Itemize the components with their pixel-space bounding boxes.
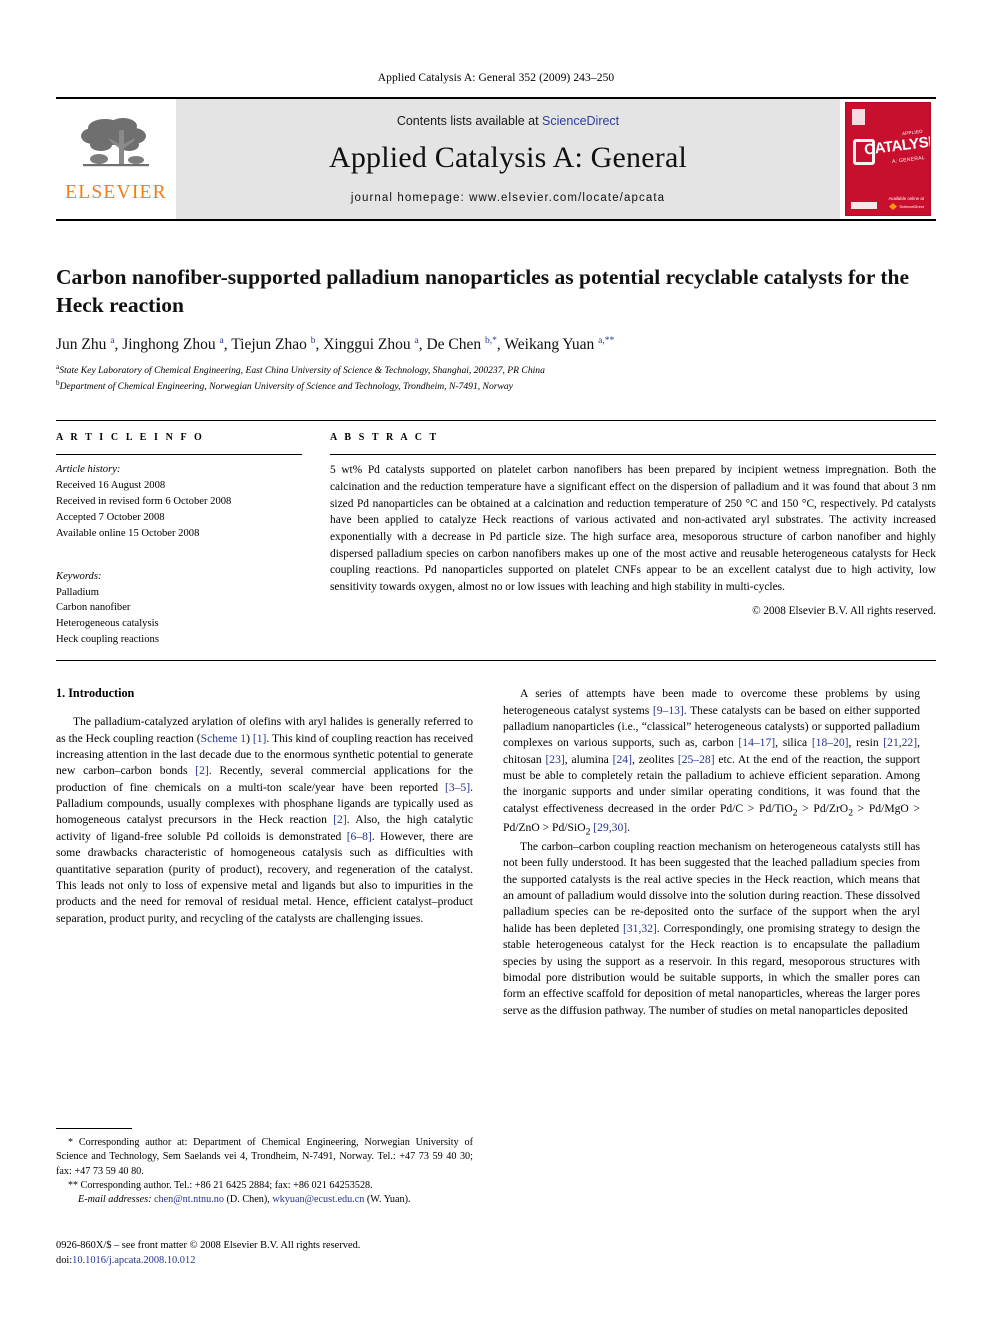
footnote-emails: E-mail addresses: chen@nt.ntnu.no (D. Ch… xyxy=(78,1194,411,1206)
citation-ref[interactable]: [25–28] xyxy=(678,753,715,766)
footnote-rule xyxy=(56,1128,132,1129)
contents-prefix: Contents lists available at xyxy=(396,114,543,128)
article-info-heading: A R T I C L E I N F O xyxy=(56,432,205,444)
info-block-bottom-rule xyxy=(56,660,936,662)
imprint-front-matter: 0926-860X/$ – see front matter © 2008 El… xyxy=(56,1240,361,1251)
doi-label: doi: xyxy=(56,1255,73,1267)
doi-link[interactable]: 10.1016/j.apcata.2008.10.012 xyxy=(72,1255,195,1266)
email-link-yuan[interactable]: wkyuan@ecust.edu.cn xyxy=(272,1194,364,1205)
affiliation-b-text: Department of Chemical Engineering, Norw… xyxy=(59,381,513,393)
affiliation-list: aState Key Laboratory of Chemical Engine… xyxy=(56,362,936,394)
article-history-label: Article history: xyxy=(56,464,121,476)
sciencedirect-link[interactable]: ScienceDirect xyxy=(542,114,619,128)
article-info-column: A R T I C L E I N F O Article history: R… xyxy=(56,432,302,648)
keywords-block: Keywords: Palladium Carbon nanofiber Het… xyxy=(56,569,302,648)
author-list: Jun Zhu a, Jinghong Zhou a, Tiejun Zhao … xyxy=(56,335,615,354)
keyword-heck-coupling-reactions: Heck coupling reactions xyxy=(56,634,159,646)
journal-masthead: ELSEVIER Contents lists available at Sci… xyxy=(56,97,936,221)
citation-ref[interactable]: [2] xyxy=(333,813,347,826)
body-right-column: A series of attempts have been made to o… xyxy=(503,686,920,1019)
running-head: Applied Catalysis A: General 352 (2009) … xyxy=(377,72,615,84)
citation-ref[interactable]: [3–5] xyxy=(445,781,470,794)
footnote-corresponding-2: ** Corresponding author. Tel.: +86 21 64… xyxy=(56,1179,473,1193)
abstract-heading: A B S T R A C T xyxy=(330,432,439,444)
footnote-mark-1: * xyxy=(68,1137,73,1148)
keyword-palladium: Palladium xyxy=(56,586,99,598)
email-name-chen: (D. Chen) xyxy=(226,1194,268,1206)
intro-paragraph-1: The palladium-catalyzed arylation of ole… xyxy=(56,715,473,925)
elsevier-wordmark: ELSEVIER xyxy=(65,182,167,203)
keywords-label: Keywords: xyxy=(56,570,102,582)
abstract-column: A B S T R A C T 5 wt% Pd catalysts suppo… xyxy=(330,432,936,648)
cover-footer-text: Available online at xyxy=(888,196,924,202)
cover-sciencedirect-text: ScienceDirect xyxy=(899,204,924,209)
journal-homepage[interactable]: journal homepage: www.elsevier.com/locat… xyxy=(351,192,665,204)
page-title: Carbon nanofiber-supported palladium nan… xyxy=(56,265,910,317)
publisher-logo: ELSEVIER xyxy=(56,99,176,219)
affiliation-b: bDepartment of Chemical Engineering, Nor… xyxy=(56,378,936,394)
contents-available-line: Contents lists available at ScienceDirec… xyxy=(397,114,619,128)
affiliation-a: aState Key Laboratory of Chemical Engine… xyxy=(56,362,936,378)
intro-paragraph-3: The carbon–carbon coupling reaction mech… xyxy=(503,839,920,1017)
citation-ref[interactable]: [9–13] xyxy=(653,704,684,717)
journal-cover-thumbnail: APPLIED CATALYSIS A: GENERAL Available o… xyxy=(840,99,936,219)
history-received: Received 16 August 2008 xyxy=(56,480,166,492)
article-first-page: Applied Catalysis A: General 352 (2009) … xyxy=(0,0,992,1323)
footnote-corresponding-1: * Corresponding author at: Department of… xyxy=(56,1136,473,1179)
citation-ref[interactable]: [2] xyxy=(195,764,209,777)
info-abstract-block: A R T I C L E I N F O Article history: R… xyxy=(56,420,936,648)
imprint-block: 0926-860X/$ – see front matter © 2008 El… xyxy=(56,1238,516,1268)
footnote-corresponding-2-text: Corresponding author. Tel.: +86 21 6425 … xyxy=(80,1179,373,1191)
history-revised: Received in revised form 6 October 2008 xyxy=(56,496,232,507)
email-link-chen[interactable]: chen@nt.ntnu.no xyxy=(154,1194,224,1205)
keyword-carbon-nanofiber: Carbon nanofiber xyxy=(56,602,131,614)
cover-bottom-bar xyxy=(851,202,877,209)
citation-ref[interactable]: [23] xyxy=(545,753,564,766)
citation-ref[interactable]: [18–20] xyxy=(812,736,849,749)
affiliation-a-text: State Key Laboratory of Chemical Enginee… xyxy=(59,365,545,377)
citation-ref[interactable]: [24] xyxy=(613,753,632,766)
intro-paragraph-2: A series of attempts have been made to o… xyxy=(503,687,920,838)
body-left-column: 1. Introduction The palladium-catalyzed … xyxy=(56,686,473,1019)
history-accepted: Accepted 7 October 2008 xyxy=(56,511,165,523)
article-info-rule xyxy=(56,454,302,456)
footnote-mark-2: ** xyxy=(68,1179,78,1191)
footnotes-block: * Corresponding author at: Department of… xyxy=(56,1128,473,1207)
email-label: E-mail addresses: xyxy=(78,1194,152,1206)
citation-ref[interactable]: [21,22] xyxy=(883,736,917,749)
abstract-rule xyxy=(330,454,936,456)
email-name-yuan: (W. Yuan). xyxy=(366,1194,411,1206)
abstract-text: 5 wt% Pd catalysts supported on platelet… xyxy=(330,464,936,594)
citation-ref[interactable]: [31,32] xyxy=(623,922,657,935)
journal-title: Applied Catalysis A: General xyxy=(328,141,688,174)
history-online: Available online 15 October 2008 xyxy=(56,527,200,539)
cover-sciencedirect-logo: ScienceDirect xyxy=(889,203,924,210)
section-heading-introduction: 1. Introduction xyxy=(56,686,135,701)
footnote-corresponding-1-text: Corresponding author at: Department of C… xyxy=(56,1137,474,1177)
imprint-doi: doi:10.1016/j.apcata.2008.10.012 xyxy=(56,1253,516,1268)
citation-ref[interactable]: [1] xyxy=(253,732,267,745)
cover-subline: A: GENERAL xyxy=(891,155,926,165)
scheme-ref[interactable]: Scheme 1 xyxy=(201,732,246,745)
keyword-heterogeneous-catalysis: Heterogeneous catalysis xyxy=(56,618,159,630)
citation-ref[interactable]: [6–8] xyxy=(347,830,372,843)
body-columns: 1. Introduction The palladium-catalyzed … xyxy=(56,686,936,1019)
elsevier-tree-icon xyxy=(79,118,153,180)
citation-ref[interactable]: [14–17] xyxy=(738,736,775,749)
masthead-center: Contents lists available at ScienceDirec… xyxy=(176,99,840,219)
abstract-copyright: © 2008 Elsevier B.V. All rights reserved… xyxy=(752,604,936,617)
cover-elsevier-mark-icon xyxy=(852,109,865,125)
citation-ref[interactable]: [29,30] xyxy=(593,821,627,834)
